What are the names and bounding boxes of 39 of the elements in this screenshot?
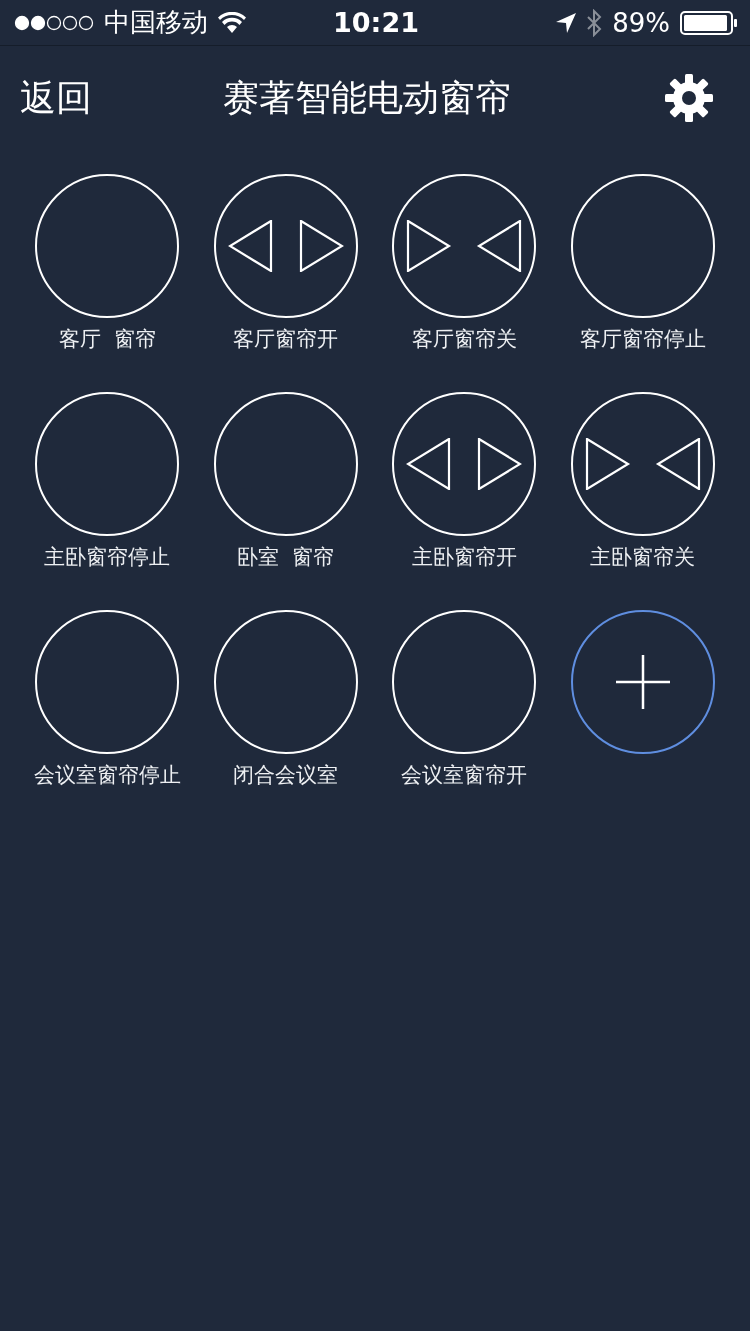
curtain-button[interactable] — [570, 174, 715, 318]
settings-icon[interactable] — [664, 73, 714, 123]
button-label: 卧室 窗帘 — [237, 544, 335, 570]
button-label: 客厅窗帘关 — [411, 326, 517, 352]
carrier-name: 中国移动 — [104, 6, 208, 39]
open-arrows-icon — [227, 220, 344, 272]
curtain-button[interactable] — [35, 610, 180, 754]
button-label: 会议室窗帘开 — [401, 762, 528, 788]
add-button[interactable] — [570, 610, 715, 754]
location-arrow-icon — [556, 12, 577, 33]
page-title: 赛著智能电动窗帘 — [222, 75, 512, 120]
battery-percent: 89% — [612, 7, 670, 38]
button-label: 闭合会议室 — [233, 762, 339, 788]
curtain-button[interactable] — [213, 610, 358, 754]
button-label: 会议室窗帘停止 — [33, 762, 181, 788]
close-arrows-icon — [584, 438, 701, 490]
curtain-button[interactable] — [392, 610, 537, 754]
back-link[interactable]: 返回 — [20, 73, 180, 123]
wifi-icon — [218, 11, 246, 34]
curtain-button[interactable] — [213, 174, 358, 318]
battery-icon — [680, 10, 738, 35]
curtain-button[interactable] — [35, 174, 180, 318]
button-label: 主卧窗帘开 — [411, 544, 517, 570]
button-label: 主卧窗帘停止 — [44, 544, 171, 570]
close-arrows-icon — [406, 220, 523, 272]
curtain-button[interactable] — [392, 174, 537, 318]
button-label: 客厅 窗帘 — [58, 326, 156, 352]
bluetooth-icon — [586, 8, 603, 37]
curtain-button[interactable] — [392, 392, 537, 536]
open-arrows-icon — [406, 438, 523, 490]
curtain-button[interactable] — [35, 392, 180, 536]
clock: 10:21 — [333, 7, 419, 38]
curtain-button[interactable] — [213, 392, 358, 536]
plus-icon — [615, 655, 670, 709]
button-label: 主卧窗帘关 — [590, 544, 696, 570]
signal-strength-icon — [14, 14, 94, 31]
button-label: 客厅窗帘开 — [233, 326, 339, 352]
curtain-button[interactable] — [570, 392, 715, 536]
button-label: 客厅窗帘停止 — [579, 326, 706, 352]
